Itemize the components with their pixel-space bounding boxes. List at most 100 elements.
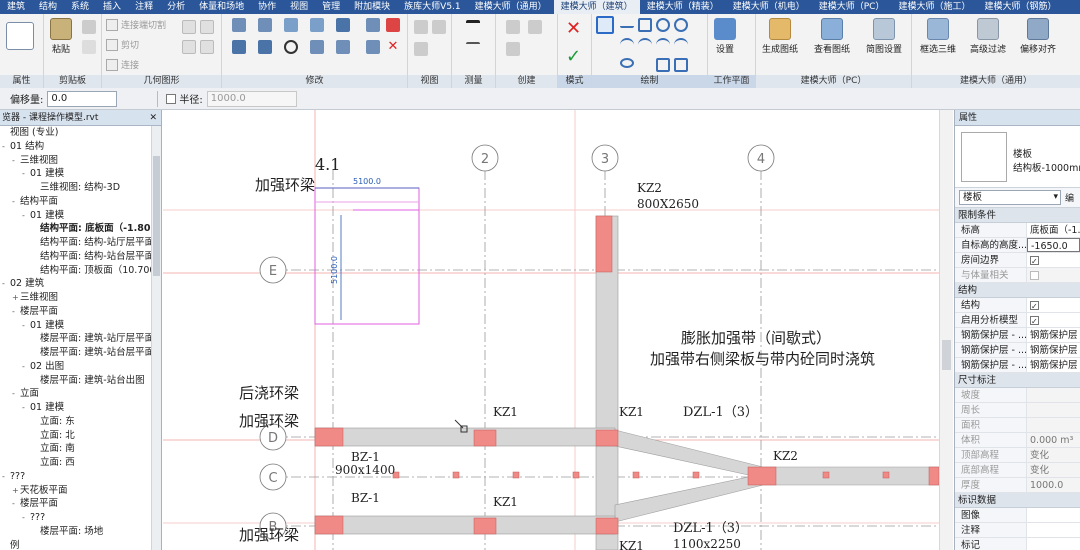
circle-icon[interactable] <box>674 18 688 32</box>
scrollbar-thumb[interactable] <box>153 156 160 276</box>
plan-label-houjiao-1[interactable]: 后浇环梁 <box>239 384 299 402</box>
plan-label-dzl-1[interactable]: DZL-1（3） <box>683 405 758 420</box>
tree-node[interactable]: -01 建模 <box>0 209 161 223</box>
tree-toggle-icon[interactable]: + <box>12 484 20 498</box>
tree-toggle-icon[interactable]: - <box>2 140 10 154</box>
box-select-3d-button[interactable]: 框选三维 <box>920 18 956 55</box>
connect-cut-button[interactable]: 连接端切割 <box>106 18 166 31</box>
browser-scrollbar[interactable] <box>151 126 161 550</box>
finish-edit-icon[interactable]: ✓ <box>566 46 581 67</box>
beam-b[interactable] <box>314 515 616 535</box>
property-value[interactable] <box>1027 508 1080 522</box>
tree-node[interactable]: +三维视图 <box>0 291 161 305</box>
floor-plan[interactable]: 2 3 4EDCB 4.1加强环梁 KZ2800X2650膨胀加强带（间歇式）加强带右… <box>163 110 939 550</box>
property-value[interactable]: 底板面（-1. <box>1027 223 1080 237</box>
dimension-icon[interactable] <box>466 42 480 48</box>
tree-node[interactable]: 楼层平面: 建筑-站台出图 <box>0 374 161 388</box>
tab-3[interactable]: 插入 <box>96 0 128 14</box>
pick-lines-icon[interactable] <box>656 58 670 72</box>
plan-label-jiaqiang-1[interactable]: 加强环梁 <box>255 176 315 194</box>
tab-11[interactable]: 族库大师V5.1 <box>397 0 467 14</box>
column[interactable] <box>473 517 497 535</box>
fillet-arc-icon[interactable] <box>674 38 688 52</box>
property-value[interactable] <box>1027 523 1080 537</box>
type-selector[interactable]: 楼板 <box>959 190 1061 205</box>
property-group-header[interactable]: 标识数据 <box>955 493 1080 508</box>
join-button[interactable]: 连接 <box>106 58 139 71</box>
geometry-tool-icon[interactable] <box>182 20 196 34</box>
property-value[interactable] <box>1027 313 1080 327</box>
tree-toggle-icon[interactable]: + <box>12 291 20 305</box>
tree-toggle-icon[interactable]: - <box>22 401 30 415</box>
canvas-scrollbar[interactable] <box>939 110 953 550</box>
edit-type-button[interactable]: 编 <box>1065 191 1074 204</box>
tab-13[interactable]: 建模大师（建筑） <box>553 0 640 14</box>
tab-12[interactable]: 建模大师（通用） <box>468 0 554 14</box>
tree-node[interactable]: 例 <box>0 539 161 550</box>
view-tool-icon[interactable] <box>432 20 446 34</box>
geometry-tool-icon[interactable] <box>200 20 214 34</box>
plan-label-kz1-b[interactable]: KZ1 <box>619 405 644 419</box>
tree-toggle-icon[interactable]: - <box>22 167 30 181</box>
tab-2[interactable]: 系统 <box>64 0 96 14</box>
pin-icon[interactable] <box>386 18 400 32</box>
line-icon[interactable] <box>620 18 634 28</box>
column[interactable] <box>314 515 344 535</box>
property-checkbox[interactable] <box>1030 254 1039 267</box>
tree-toggle-icon[interactable]: - <box>22 511 30 525</box>
paste-button[interactable]: 粘贴 <box>50 18 72 55</box>
column-kz2[interactable] <box>595 215 613 273</box>
copy-element-icon[interactable] <box>258 40 272 54</box>
plan-label-kz2-top[interactable]: KZ2 <box>637 181 662 195</box>
property-value[interactable]: 钢筋保护层 <box>1027 328 1080 342</box>
tree-node[interactable]: 视图 (专业) <box>0 126 161 140</box>
property-checkbox[interactable] <box>1030 314 1039 327</box>
property-value[interactable] <box>1027 538 1080 550</box>
unpin-icon[interactable] <box>366 40 380 54</box>
tree-toggle-icon[interactable]: - <box>12 154 20 168</box>
tree-toggle-icon[interactable]: - <box>12 305 20 319</box>
tree-node[interactable]: -02 建筑 <box>0 277 161 291</box>
boundary-line-icon[interactable] <box>596 16 614 34</box>
tab-4[interactable]: 注释 <box>128 0 160 14</box>
plan-label-dzl-2[interactable]: DZL-1（3） <box>673 521 748 536</box>
copy-icon[interactable] <box>82 20 96 34</box>
match-icon[interactable] <box>82 40 96 54</box>
tab-9[interactable]: 管理 <box>315 0 347 14</box>
rectangle-icon[interactable] <box>638 18 652 32</box>
tab-15[interactable]: 建模大师（机电） <box>726 0 812 14</box>
plan-label-pengzhang-2[interactable]: 加强带右侧梁板与带内砼同时浇筑 <box>650 350 875 368</box>
delete-icon[interactable]: ✕ <box>386 40 400 54</box>
plan-label-kz1-a[interactable]: KZ1 <box>493 405 518 419</box>
tab-14[interactable]: 建模大师（精装） <box>640 0 726 14</box>
plan-label-kz1-d[interactable]: KZ1 <box>619 539 644 550</box>
tree-toggle-icon[interactable]: - <box>2 277 10 291</box>
properties-button[interactable] <box>6 22 34 52</box>
tree-node[interactable]: 结构平面: 顶板面（10.700） <box>0 264 161 278</box>
rotate-icon[interactable] <box>284 40 298 54</box>
tree-node[interactable]: 立面: 东 <box>0 415 161 429</box>
tree-node[interactable]: 结构平面: 结构-站台层平面 <box>0 250 161 264</box>
column[interactable] <box>595 517 619 535</box>
tree-node[interactable]: - 楼层平面 <box>0 305 161 319</box>
set-workplane-button[interactable]: 设置 <box>714 18 736 55</box>
tab-17[interactable]: 建模大师（施工） <box>891 0 977 14</box>
tree-node[interactable]: 立面: 南 <box>0 442 161 456</box>
tab-8[interactable]: 视图 <box>283 0 315 14</box>
tree-node[interactable]: -02 出图 <box>0 360 161 374</box>
column[interactable] <box>314 427 344 447</box>
tree-toggle-icon[interactable]: - <box>12 497 20 511</box>
advanced-filter-button[interactable]: 高级过滤 <box>970 18 1006 55</box>
plan-label-kz2-top-size[interactable]: 800X2650 <box>637 197 699 211</box>
tab-10[interactable]: 附加模块 <box>347 0 397 14</box>
plan-label-pengzhang-1[interactable]: 膨胀加强带（间歇式） <box>681 329 831 347</box>
property-group-header[interactable]: 尺寸标注 <box>955 373 1080 388</box>
align-icon[interactable] <box>232 18 246 32</box>
measure-icon[interactable] <box>466 20 480 26</box>
dimension-text[interactable]: 5100.0 <box>353 177 381 186</box>
tab-0[interactable]: 建筑 <box>0 0 32 14</box>
arc-icon[interactable] <box>620 38 634 52</box>
column[interactable] <box>595 429 619 447</box>
move-icon[interactable] <box>232 40 246 54</box>
column[interactable] <box>473 429 497 447</box>
